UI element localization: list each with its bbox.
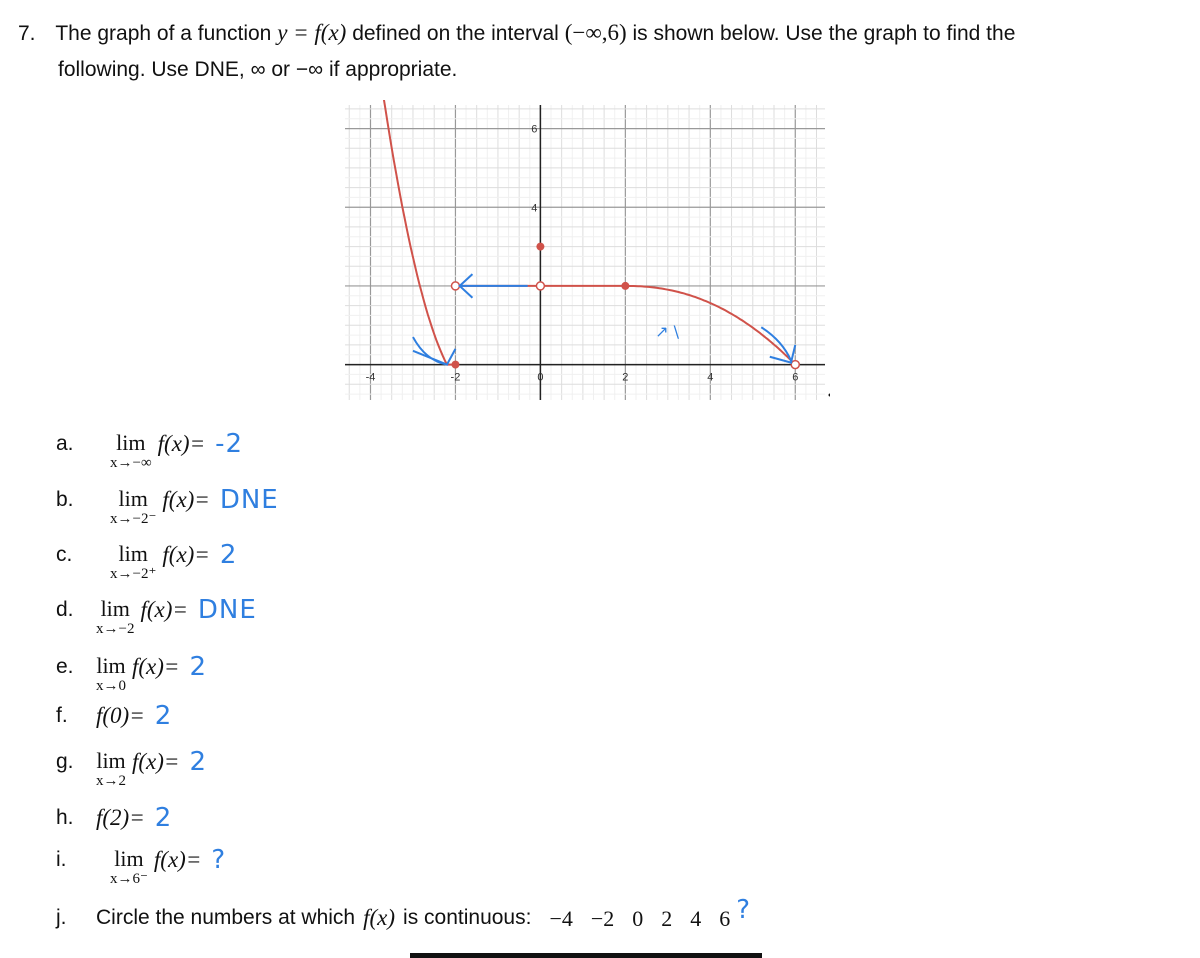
closed-point — [536, 242, 545, 251]
item-b: b. lim x→−2⁻ f(x)= DNE — [56, 485, 279, 528]
number-option[interactable]: 6 — [719, 906, 730, 931]
item-c: c. lim x→−2⁺ f(x)= 2 — [56, 540, 238, 583]
handwritten-answer: 2 — [189, 747, 207, 777]
limit-operator: lim x→−∞ — [110, 432, 152, 472]
question-line-1: 7. The graph of a function y = f(x) defi… — [18, 20, 1015, 46]
lim-text: lim — [100, 596, 130, 621]
handwritten-answer: 2 — [154, 701, 173, 731]
handwritten-answer: ? — [211, 845, 227, 875]
limit-subscript: x→2 — [96, 773, 126, 789]
question-text: The graph of a function — [55, 22, 272, 45]
lim-text: lim — [116, 430, 146, 455]
item-label: b. — [56, 488, 74, 511]
number-option[interactable]: 4 — [690, 906, 701, 931]
limit-subscript: x→−2⁻ — [110, 511, 157, 527]
function-expression: f(x)= — [162, 487, 210, 512]
question-text: defined on the interval — [352, 22, 559, 45]
number-option[interactable]: 2 — [661, 906, 672, 931]
function-expression: f(2)= — [96, 805, 145, 830]
function-expression: f(x)= — [140, 597, 188, 622]
item-f: f. f(0)= 2 — [56, 701, 173, 731]
lim-text: lim — [114, 846, 144, 871]
limit-operator: lim x→0 — [96, 655, 126, 695]
function-expression: f(x)= — [153, 847, 202, 872]
item-d: d. lim x→−2 f(x)= DNE — [56, 595, 257, 638]
function-notation: f(x) — [363, 905, 396, 930]
x-tick-label: -4 — [366, 372, 376, 384]
limit-subscript: x→−2⁺ — [110, 566, 157, 582]
limit-operator: lim x→−2 — [96, 598, 134, 638]
closed-point — [621, 281, 630, 290]
open-point — [790, 359, 801, 370]
x-tick-label: -2 — [451, 372, 461, 384]
x-tick-label: 0 — [537, 372, 543, 384]
handwritten-answer: 2 — [219, 540, 238, 570]
closed-point — [451, 360, 460, 369]
question-text: is shown below. Use the graph to find th… — [632, 22, 1016, 45]
function-expression: f(x)= — [132, 749, 180, 774]
question-number: 7. — [18, 22, 36, 45]
bottom-bar — [410, 953, 762, 958]
item-text: is continuous: — [403, 906, 532, 929]
item-label: g. — [56, 750, 74, 773]
function-expression: f(x)= — [157, 431, 206, 456]
handwritten-answer: DNE — [197, 595, 257, 625]
x-tick-label: 4 — [707, 372, 713, 384]
x-tick-label: 2 — [622, 372, 628, 384]
lim-text: lim — [118, 541, 148, 566]
item-label: a. — [56, 432, 74, 455]
y-tick-label: 4 — [531, 202, 537, 214]
item-a: a. lim x→−∞ f(x)= -2 — [56, 429, 244, 472]
number-option[interactable]: −4 — [549, 906, 572, 931]
item-j: j. Circle the numbers at which f(x) is c… — [56, 897, 751, 932]
item-label: j. — [56, 906, 67, 929]
function-graph: -4 -2 0 2 4 6 4 6 ↗ \ — [345, 100, 830, 400]
limit-subscript: x→0 — [96, 678, 126, 694]
open-point — [535, 281, 546, 291]
dot-mark — [828, 393, 830, 397]
limit-subscript: x→−2 — [96, 621, 135, 637]
limit-subscript: x→−∞ — [110, 455, 152, 471]
handwritten-arrow — [458, 273, 528, 299]
item-label: e. — [56, 655, 74, 678]
item-e: e. lim x→0 f(x)= 2 — [56, 652, 207, 695]
limit-operator: lim x→6⁻ — [110, 848, 148, 888]
handwritten-answer: ? — [736, 895, 752, 925]
y-tick-label: 6 — [531, 124, 537, 136]
item-label: f. — [56, 704, 68, 727]
item-g: g. lim x→2 f(x)= 2 — [56, 747, 207, 790]
lim-text: lim — [96, 748, 126, 773]
question-line-2: following. Use DNE, ∞ or −∞ if appropria… — [58, 58, 458, 81]
number-option[interactable]: −2 — [591, 906, 614, 931]
handwritten-answer: DNE — [219, 485, 279, 515]
function-notation: y = f(x) — [277, 20, 347, 45]
item-label: i. — [56, 848, 67, 871]
limit-operator: lim x→−2⁺ — [110, 543, 156, 583]
handwritten-answer: 2 — [189, 652, 207, 682]
lim-text: lim — [96, 653, 126, 678]
function-expression: f(0)= — [96, 703, 145, 728]
number-option[interactable]: 0 — [632, 906, 643, 931]
limit-subscript: x→6⁻ — [110, 871, 148, 887]
item-label: h. — [56, 806, 74, 829]
item-label: c. — [56, 543, 73, 566]
item-label: d. — [56, 598, 74, 621]
limit-operator: lim x→−2⁻ — [110, 488, 156, 528]
lim-text: lim — [118, 486, 148, 511]
x-tick-label: 6 — [792, 372, 798, 384]
item-h: h. f(2)= 2 — [56, 803, 173, 833]
interval: (−∞,6) — [564, 20, 627, 45]
function-expression: f(x)= — [132, 654, 180, 679]
handwritten-annotation: ↗ \ — [655, 322, 679, 341]
item-i: i. lim x→6⁻ f(x)=? — [56, 845, 227, 888]
continuity-numbers: −4 −2 0 2 4 6 — [531, 906, 730, 932]
function-expression: f(x)= — [162, 542, 210, 567]
handwritten-answer: -2 — [215, 429, 244, 459]
limit-operator: lim x→2 — [96, 750, 126, 790]
item-text: Circle the numbers at which — [96, 906, 356, 929]
handwritten-answer: 2 — [154, 803, 173, 833]
